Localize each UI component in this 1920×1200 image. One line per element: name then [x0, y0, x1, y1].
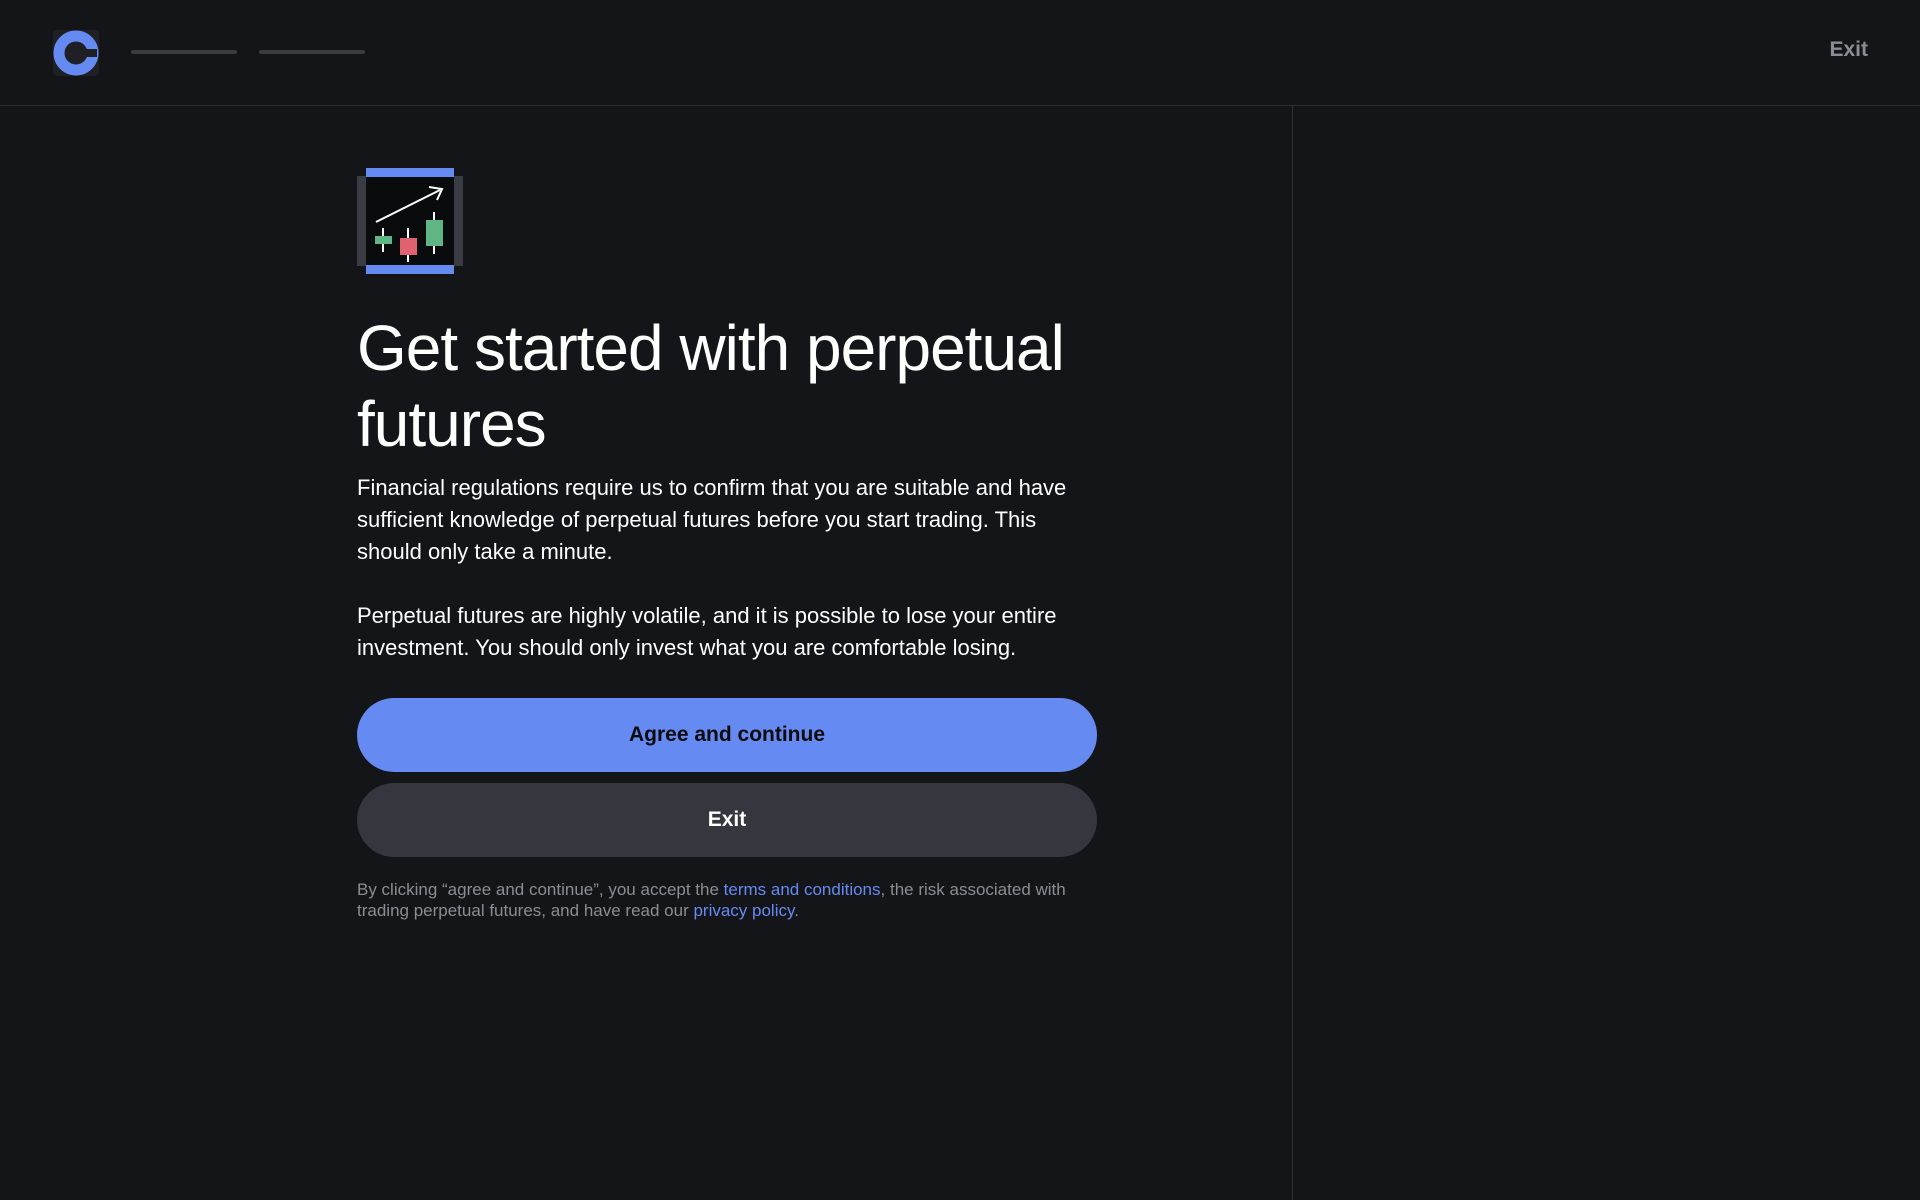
progress-step-2: [259, 50, 365, 54]
candlestick-chart-icon: [357, 168, 463, 274]
coinbase-logo-icon[interactable]: [53, 30, 99, 76]
exit-button[interactable]: Exit: [357, 783, 1097, 857]
terms-and-conditions-link[interactable]: terms and conditions: [724, 880, 881, 899]
privacy-policy-link[interactable]: privacy policy: [693, 901, 794, 920]
top-bar: Exit: [0, 0, 1920, 106]
disclaimer-prefix: By clicking “agree and continue”, you ac…: [357, 880, 724, 899]
risk-warning-paragraph: Perpetual futures are highly volatile, a…: [357, 603, 1057, 660]
disclaimer-text: By clicking “agree and continue”, you ac…: [357, 879, 1097, 921]
agree-and-continue-button[interactable]: Agree and continue: [357, 698, 1097, 772]
panel-divider: [1292, 106, 1293, 1200]
header-exit-button[interactable]: Exit: [1829, 38, 1868, 62]
progress-step-1: [131, 50, 237, 54]
regulation-paragraph: Financial regulations require us to conf…: [357, 475, 1067, 564]
main-content: Get started with perpetual futures Finan…: [357, 168, 1097, 921]
page-title: Get started with perpetual futures: [357, 312, 1065, 460]
disclaimer-suffix: .: [794, 901, 799, 920]
